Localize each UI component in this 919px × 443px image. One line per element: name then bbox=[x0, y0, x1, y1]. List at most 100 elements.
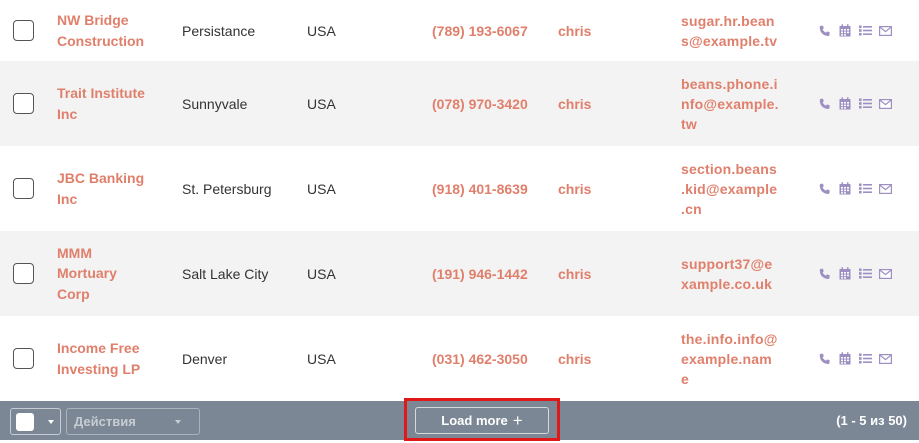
country-cell: USA bbox=[307, 95, 336, 112]
phone-link[interactable]: (078) 970-3420 bbox=[432, 61, 552, 146]
text-line: s@example.tv bbox=[681, 32, 778, 49]
city-cell: Salt Lake City bbox=[182, 265, 269, 282]
phone-icon[interactable] bbox=[818, 267, 832, 281]
text-line: xample.co.uk bbox=[681, 275, 773, 292]
calendar-icon[interactable] bbox=[838, 267, 852, 281]
mass-select-dropdown[interactable] bbox=[10, 408, 61, 435]
row-checkbox[interactable] bbox=[13, 178, 34, 199]
row-actions bbox=[818, 316, 892, 401]
account-name-link[interactable]: Trait Institute Inc bbox=[57, 61, 167, 146]
row-checkbox-cell bbox=[13, 0, 34, 61]
text-line: Construction bbox=[57, 32, 145, 49]
city-cell: Denver bbox=[182, 350, 228, 367]
calendar-icon[interactable] bbox=[838, 97, 852, 111]
actions-dropdown-label: Действия bbox=[74, 414, 136, 429]
calendar-icon[interactable] bbox=[838, 352, 852, 366]
text-line: e bbox=[681, 370, 689, 387]
text-line: .kid@example bbox=[681, 180, 778, 197]
row-actions bbox=[818, 146, 892, 231]
text-line: Trait Institute bbox=[57, 85, 145, 101]
tasks-icon[interactable] bbox=[858, 267, 872, 281]
text-line: Investing LP bbox=[57, 360, 141, 377]
tasks-icon[interactable] bbox=[858, 352, 872, 366]
text-line: Inc bbox=[57, 190, 78, 207]
tasks-icon[interactable] bbox=[858, 24, 872, 38]
email-icon[interactable] bbox=[878, 267, 892, 281]
text-line: nfo@example. bbox=[681, 95, 779, 112]
phone-icon[interactable] bbox=[818, 24, 832, 38]
account-name-link[interactable]: NW Bridge Construction bbox=[57, 0, 167, 61]
account-name-link[interactable]: MMM Mortuary Corp bbox=[57, 231, 167, 316]
country-cell: USA bbox=[307, 22, 336, 39]
table-row: MMM Mortuary Corp Salt Lake City USA (191) 94… bbox=[0, 231, 919, 316]
chevron-down-icon[interactable] bbox=[48, 420, 54, 424]
email-icon[interactable] bbox=[878, 352, 892, 366]
email-link[interactable]: the.info.info@ example.nam e bbox=[681, 316, 789, 401]
phone-link[interactable]: (789) 193-6067 bbox=[432, 0, 552, 61]
row-checkbox[interactable] bbox=[13, 93, 34, 114]
email-link[interactable]: sugar.hr.bean s@example.tv bbox=[681, 0, 789, 61]
email-link[interactable]: beans.phone.i nfo@example. tw bbox=[681, 61, 789, 146]
table-row: Income Free Investing LP Denver USA (031) 46… bbox=[0, 316, 919, 401]
load-more-label: Load more bbox=[441, 413, 508, 428]
text-line: the.info.info@ bbox=[681, 330, 778, 347]
table-row: NW Bridge Construction Persistance USA (789)… bbox=[0, 0, 919, 61]
email-link[interactable]: support37@e xample.co.uk bbox=[681, 231, 789, 316]
table-row: Trait Institute Inc Sunnyvale USA (078) 970-… bbox=[0, 61, 919, 146]
country-cell: USA bbox=[307, 350, 336, 367]
assigned-user-link[interactable]: chris bbox=[558, 146, 668, 231]
chevron-down-icon bbox=[175, 420, 181, 424]
text-line: section.beans bbox=[681, 160, 777, 177]
table-row: JBC Banking Inc St. Petersburg USA (918) 401… bbox=[0, 146, 919, 231]
text-line: Corp bbox=[57, 285, 90, 302]
select-all-checkbox[interactable] bbox=[16, 413, 34, 431]
phone-link[interactable]: (191) 946-1442 bbox=[432, 231, 552, 316]
row-checkbox[interactable] bbox=[13, 348, 34, 369]
row-actions bbox=[818, 0, 892, 61]
load-more-button[interactable]: Load more + bbox=[415, 407, 549, 434]
text-line: Mortuary bbox=[57, 265, 117, 282]
text-line: Inc bbox=[57, 105, 78, 122]
row-checkbox-cell bbox=[13, 146, 34, 231]
assigned-user-link[interactable]: chris bbox=[558, 61, 668, 146]
assigned-user-link[interactable]: chris bbox=[558, 0, 668, 61]
calendar-icon[interactable] bbox=[838, 182, 852, 196]
text-line: MMM bbox=[57, 244, 92, 261]
pagination-count: (1 - 5 из 50) bbox=[836, 413, 907, 428]
city-cell: Sunnyvale bbox=[182, 95, 248, 112]
phone-icon[interactable] bbox=[818, 352, 832, 366]
tasks-icon[interactable] bbox=[858, 97, 872, 111]
tasks-icon[interactable] bbox=[858, 182, 872, 196]
row-actions bbox=[818, 61, 892, 146]
text-line: beans.phone.i bbox=[681, 75, 778, 92]
phone-link[interactable]: (918) 401-8639 bbox=[432, 146, 552, 231]
row-checkbox-cell bbox=[13, 61, 34, 146]
city-cell: Persistance bbox=[182, 22, 256, 39]
account-name-link[interactable]: Income Free Investing LP bbox=[57, 316, 167, 401]
email-icon[interactable] bbox=[878, 182, 892, 196]
row-checkbox-cell bbox=[13, 316, 34, 401]
assigned-user-link[interactable]: chris bbox=[558, 316, 668, 401]
email-icon[interactable] bbox=[878, 24, 892, 38]
row-checkbox[interactable] bbox=[13, 20, 34, 41]
city-cell: St. Petersburg bbox=[182, 180, 272, 197]
email-link[interactable]: section.beans .kid@example .cn bbox=[681, 146, 789, 231]
text-line: sugar.hr.bean bbox=[681, 12, 775, 29]
calendar-icon[interactable] bbox=[838, 24, 852, 38]
row-checkbox[interactable] bbox=[13, 263, 34, 284]
account-name-link[interactable]: JBC Banking Inc bbox=[57, 146, 167, 231]
text-line: example.nam bbox=[681, 350, 772, 367]
phone-icon[interactable] bbox=[818, 182, 832, 196]
plus-icon: + bbox=[512, 411, 523, 430]
phone-icon[interactable] bbox=[818, 97, 832, 111]
text-line: support37@e bbox=[681, 255, 773, 272]
actions-dropdown[interactable]: Действия bbox=[66, 408, 200, 435]
row-actions bbox=[818, 231, 892, 316]
row-checkbox-cell bbox=[13, 231, 34, 316]
text-line: .cn bbox=[681, 200, 702, 217]
assigned-user-link[interactable]: chris bbox=[558, 231, 668, 316]
text-line: tw bbox=[681, 115, 697, 132]
text-line: NW Bridge bbox=[57, 12, 129, 28]
phone-link[interactable]: (031) 462-3050 bbox=[432, 316, 552, 401]
email-icon[interactable] bbox=[878, 97, 892, 111]
